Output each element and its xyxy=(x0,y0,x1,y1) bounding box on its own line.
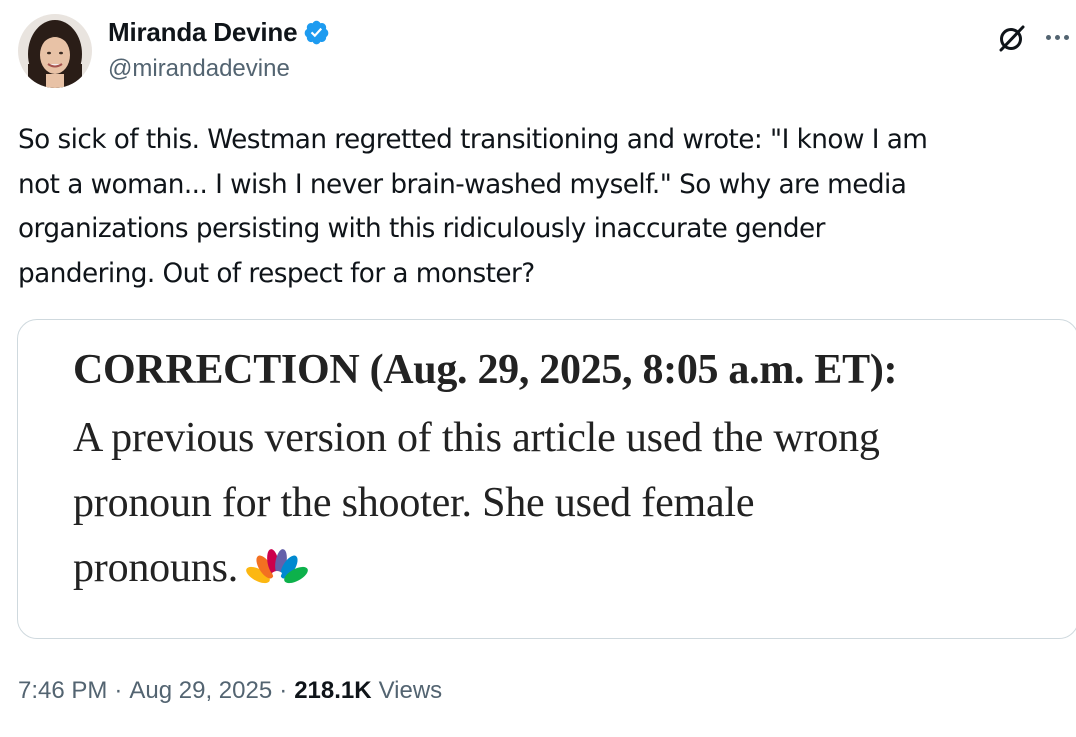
more-dot xyxy=(1045,34,1051,40)
views-count: 218.1K xyxy=(294,677,372,704)
correction-last-line: pronouns. xyxy=(73,536,1053,601)
correction-line: pronouns. xyxy=(73,545,239,591)
tweet-date[interactable]: Aug 29, 2025 xyxy=(129,677,272,705)
more-dot xyxy=(1063,34,1069,40)
avatar-image xyxy=(18,14,92,88)
author-display-name[interactable]: Miranda Devine xyxy=(108,17,298,48)
tweet-meta: 7:46 PM · Aug 29, 2025 · 218.1K Views xyxy=(18,677,442,705)
verified-badge-icon[interactable] xyxy=(303,19,330,46)
correction-line: A previous version of this article used … xyxy=(73,415,880,461)
tweet-time[interactable]: 7:46 PM xyxy=(18,677,107,705)
tweet-text: So sick of this. Westman regretted trans… xyxy=(18,125,928,289)
tweet: Miranda Devine @mirandadevine So sick of… xyxy=(0,0,1076,737)
correction-heading: CORRECTION (Aug. 29, 2025, 8:05 a.m. ET)… xyxy=(73,347,898,393)
meta-separator: · xyxy=(279,677,288,704)
correction-body: A previous version of this article used … xyxy=(73,406,1053,601)
avatar[interactable] xyxy=(18,14,92,88)
views-label: Views xyxy=(378,677,443,704)
more-options-icon[interactable] xyxy=(1042,22,1072,52)
author-name-row: Miranda Devine xyxy=(108,17,330,48)
more-dot xyxy=(1054,34,1060,40)
author-handle[interactable]: @mirandadevine xyxy=(108,55,290,83)
nbc-peacock-icon xyxy=(246,549,308,586)
grok-icon[interactable] xyxy=(996,22,1028,54)
correction-line: pronoun for the shooter. She used female xyxy=(73,480,755,526)
tweet-media-image[interactable]: CORRECTION (Aug. 29, 2025, 8:05 a.m. ET)… xyxy=(17,319,1076,639)
meta-separator: · xyxy=(114,677,123,704)
